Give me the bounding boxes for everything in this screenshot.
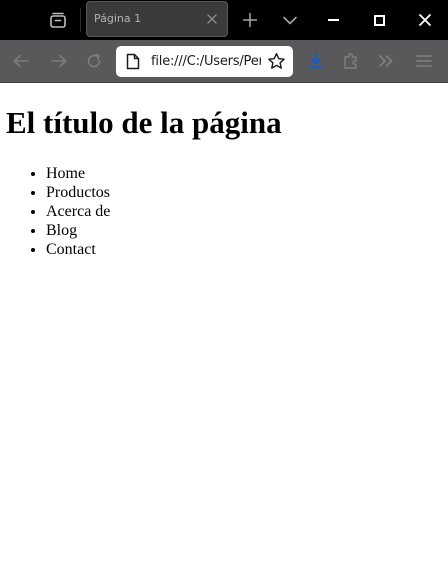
maximize-button[interactable] — [356, 0, 402, 40]
minimize-button[interactable] — [310, 0, 356, 40]
chevron-down-icon — [283, 16, 297, 24]
list-item: Home — [46, 164, 110, 183]
tab-strip: Página 1 — [0, 0, 448, 40]
forward-button[interactable] — [46, 48, 72, 74]
navigation-toolbar: file:///C:/Users/Pere — [0, 40, 448, 83]
more-tools-button[interactable] — [373, 48, 399, 74]
reload-button[interactable] — [81, 48, 107, 74]
tab-list-icon — [50, 12, 66, 28]
star-icon[interactable] — [267, 52, 286, 71]
tab-active[interactable]: Página 1 — [86, 1, 228, 37]
app-menu-button[interactable] — [411, 48, 437, 74]
downloads-button[interactable] — [303, 48, 329, 74]
new-tab-button[interactable] — [236, 6, 264, 34]
tab-list-button[interactable] — [42, 6, 74, 34]
list-item: Blog — [46, 221, 110, 240]
page-icon — [126, 53, 140, 70]
page-title: El título de la página — [6, 105, 282, 140]
arrow-right-icon — [51, 54, 67, 68]
tab-close-button[interactable] — [205, 12, 219, 26]
page-viewport: El título de la página Home Productos Ac… — [0, 84, 448, 573]
list-item: Productos — [46, 183, 110, 202]
plus-icon — [243, 13, 257, 27]
puzzle-icon — [344, 53, 357, 69]
hamburger-icon — [416, 55, 432, 67]
address-bar[interactable]: file:///C:/Users/Pere — [116, 46, 293, 77]
maximize-icon — [373, 14, 385, 26]
close-icon — [207, 14, 217, 24]
download-icon — [308, 53, 324, 69]
close-icon — [419, 14, 431, 26]
tab-separator — [80, 8, 81, 32]
minimize-icon — [327, 18, 339, 21]
list-item: Contact — [46, 240, 110, 259]
tab-title: Página 1 — [94, 12, 142, 25]
reload-icon — [87, 53, 101, 68]
close-window-button[interactable] — [402, 0, 448, 40]
double-chevron-right-icon — [379, 55, 393, 67]
list-all-tabs-button[interactable] — [276, 6, 304, 34]
page-nav-list: Home Productos Acerca de Blog Contact — [0, 164, 110, 259]
list-item: Acerca de — [46, 202, 110, 221]
extensions-button[interactable] — [338, 48, 364, 74]
url-text: file:///C:/Users/Pere — [151, 54, 261, 69]
arrow-left-icon — [13, 54, 29, 68]
back-button[interactable] — [8, 48, 34, 74]
browser-window: Página 1 file:///C:/Users/Pere El título… — [0, 0, 448, 573]
